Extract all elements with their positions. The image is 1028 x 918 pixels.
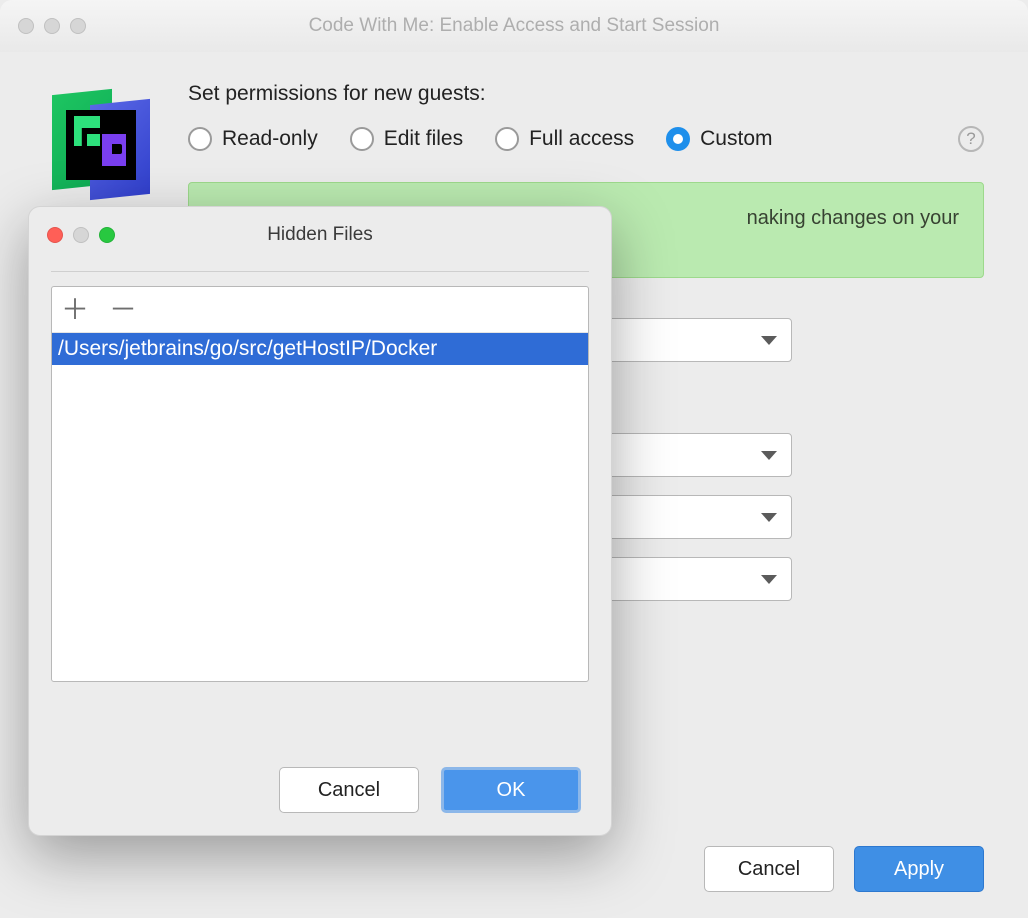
button-label: Cancel (738, 858, 800, 881)
close-window-icon[interactable] (18, 18, 34, 34)
modal-cancel-button[interactable]: Cancel (279, 767, 419, 813)
modal-ok-button[interactable]: OK (441, 767, 581, 813)
radio-icon (350, 127, 374, 151)
traffic-lights (18, 18, 86, 34)
button-label: OK (497, 779, 526, 802)
radio-edit-files[interactable]: Edit files (350, 127, 463, 151)
modal-title: Hidden Files (47, 224, 593, 246)
close-window-icon[interactable] (47, 227, 63, 243)
help-icon[interactable]: ? (958, 126, 984, 152)
divider (51, 271, 589, 272)
radio-label: Custom (700, 127, 772, 151)
main-title: Code With Me: Enable Access and Start Se… (18, 15, 1010, 37)
radio-custom[interactable]: Custom (666, 127, 772, 151)
traffic-lights (47, 227, 115, 243)
radio-icon (666, 127, 690, 151)
radio-read-only[interactable]: Read-only (188, 127, 318, 151)
button-label: Apply (894, 858, 944, 881)
zoom-window-icon[interactable] (99, 227, 115, 243)
code-with-me-logo (44, 88, 154, 198)
main-titlebar: Code With Me: Enable Access and Start Se… (0, 0, 1028, 52)
radio-full-access[interactable]: Full access (495, 127, 634, 151)
chevron-down-icon (761, 513, 777, 522)
button-label: Cancel (318, 779, 380, 802)
radio-icon (188, 127, 212, 151)
add-icon[interactable]: ＋ (64, 296, 86, 324)
list-item[interactable]: /Users/jetbrains/go/src/getHostIP/Docker (52, 333, 588, 365)
zoom-window-icon[interactable] (70, 18, 86, 34)
hidden-files-list: ＋ － /Users/jetbrains/go/src/getHostIP/Do… (51, 286, 589, 682)
hidden-files-dialog: Hidden Files ＋ － /Users/jetbrains/go/src… (28, 206, 612, 836)
remove-icon[interactable]: － (112, 296, 134, 324)
radio-icon (495, 127, 519, 151)
main-apply-button[interactable]: Apply (854, 846, 984, 892)
minimize-window-icon[interactable] (44, 18, 60, 34)
chevron-down-icon (761, 451, 777, 460)
chevron-down-icon (761, 336, 777, 345)
chevron-down-icon (761, 575, 777, 584)
main-cancel-button[interactable]: Cancel (704, 846, 834, 892)
radio-label: Read-only (222, 127, 318, 151)
minimize-window-icon[interactable] (73, 227, 89, 243)
list-item-path: /Users/jetbrains/go/src/getHostIP/Docker (58, 337, 437, 360)
radio-label: Full access (529, 127, 634, 151)
permissions-heading: Set permissions for new guests: (188, 82, 984, 106)
radio-label: Edit files (384, 127, 463, 151)
